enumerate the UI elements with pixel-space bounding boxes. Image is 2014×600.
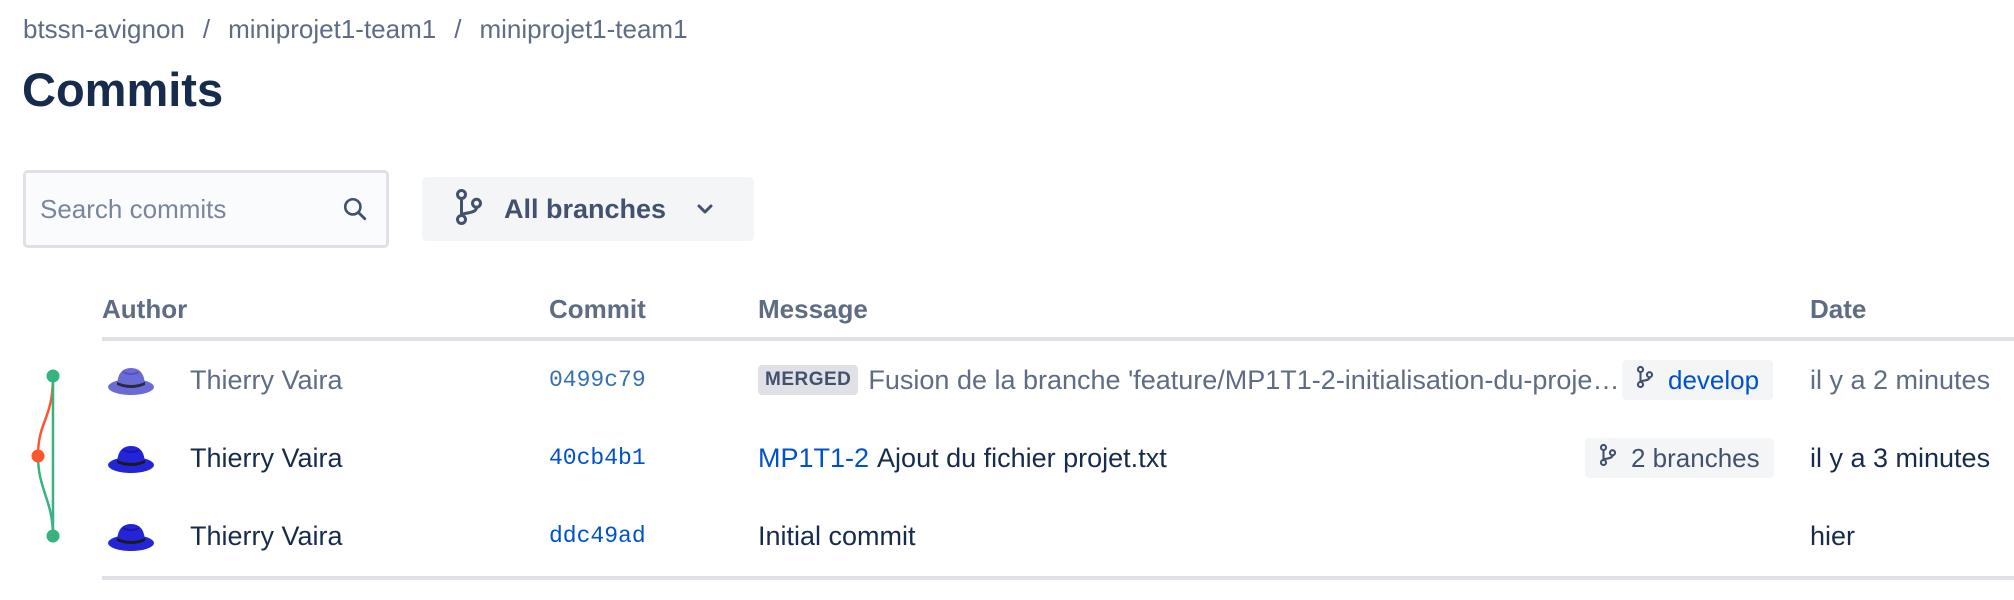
breadcrumb-current[interactable]: miniprojet1-team1 bbox=[479, 14, 687, 45]
chevron-down-icon bbox=[696, 203, 714, 215]
commit-graph bbox=[31, 369, 60, 543]
commit-message-text: Initial commit bbox=[758, 520, 916, 551]
breadcrumb-separator: / bbox=[202, 14, 211, 44]
merged-lozenge: MERGED bbox=[758, 365, 859, 395]
page-title: Commits bbox=[22, 63, 224, 116]
breadcrumb-project[interactable]: btssn-avignon bbox=[23, 14, 185, 45]
breadcrumb-separator: / bbox=[454, 14, 462, 44]
graph-node bbox=[46, 529, 60, 543]
commit-author: Thierry Vaira bbox=[190, 442, 343, 473]
avatar bbox=[106, 419, 156, 497]
commit-message-text: Ajout du fichier projet.txt bbox=[877, 442, 1167, 473]
column-header-message: Message bbox=[758, 294, 868, 324]
table-row[interactable]: Thierry Vaira 0499c79 MERGED Fusion de l… bbox=[102, 341, 2014, 419]
branch-icon bbox=[454, 188, 484, 231]
table-footer-divider bbox=[102, 576, 2014, 580]
search-box[interactable] bbox=[23, 170, 389, 248]
commit-date: il y a 3 minutes bbox=[1810, 442, 1991, 473]
branch-icon bbox=[1599, 443, 1617, 474]
search-input[interactable] bbox=[40, 193, 340, 225]
breadcrumb: btssn-avignon / miniprojet1-team1 / mini… bbox=[23, 14, 688, 45]
search-icon[interactable] bbox=[340, 194, 370, 224]
commit-date: hier bbox=[1810, 520, 1856, 551]
breadcrumb-repository[interactable]: miniprojet1-team1 bbox=[228, 14, 436, 45]
table-row[interactable]: Thierry Vaira 40cb4b1 MP1T1-2 Ajout du f… bbox=[102, 419, 2014, 497]
commit-author: Thierry Vaira bbox=[190, 364, 343, 395]
graph-node bbox=[31, 449, 45, 463]
branch-icon bbox=[1636, 365, 1654, 396]
commit-author: Thierry Vaira bbox=[190, 520, 343, 551]
graph-branch-edge bbox=[36, 455, 55, 537]
commit-date: il y a 2 minutes bbox=[1810, 364, 1991, 395]
graph-branch-edge bbox=[36, 375, 55, 457]
branch-tag-label: develop bbox=[1668, 364, 1760, 395]
avatar bbox=[106, 341, 156, 419]
column-header-author: Author bbox=[102, 294, 188, 324]
commit-hash-link[interactable]: 0499c79 bbox=[549, 341, 646, 419]
column-header-commit: Commit bbox=[549, 294, 646, 324]
avatar bbox=[106, 497, 156, 575]
commit-hash-link[interactable]: ddc49ad bbox=[549, 497, 646, 575]
graph-node bbox=[46, 369, 60, 383]
commit-message: MERGED Fusion de la branche 'feature/MP1… bbox=[758, 341, 1620, 419]
commit-message: Initial commit bbox=[758, 497, 916, 575]
issue-key-link[interactable]: MP1T1-2 bbox=[758, 443, 869, 474]
branch-filter-label: All branches bbox=[504, 193, 667, 224]
branch-tag[interactable]: develop bbox=[1622, 360, 1774, 400]
table-row[interactable]: Thierry Vaira ddc49ad Initial commit hie… bbox=[102, 497, 2014, 575]
branch-tag-label: 2 branches bbox=[1631, 442, 1760, 473]
commit-message: MP1T1-2 Ajout du fichier projet.txt bbox=[758, 419, 1167, 497]
commit-message-text: Fusion de la branche 'feature/MP1T1-2-in… bbox=[868, 364, 1620, 395]
branch-tag[interactable]: 2 branches bbox=[1585, 438, 1774, 478]
column-header-date: Date bbox=[1810, 294, 1867, 324]
branch-filter-dropdown[interactable]: All branches bbox=[422, 177, 754, 241]
commit-hash-link[interactable]: 40cb4b1 bbox=[549, 419, 646, 497]
